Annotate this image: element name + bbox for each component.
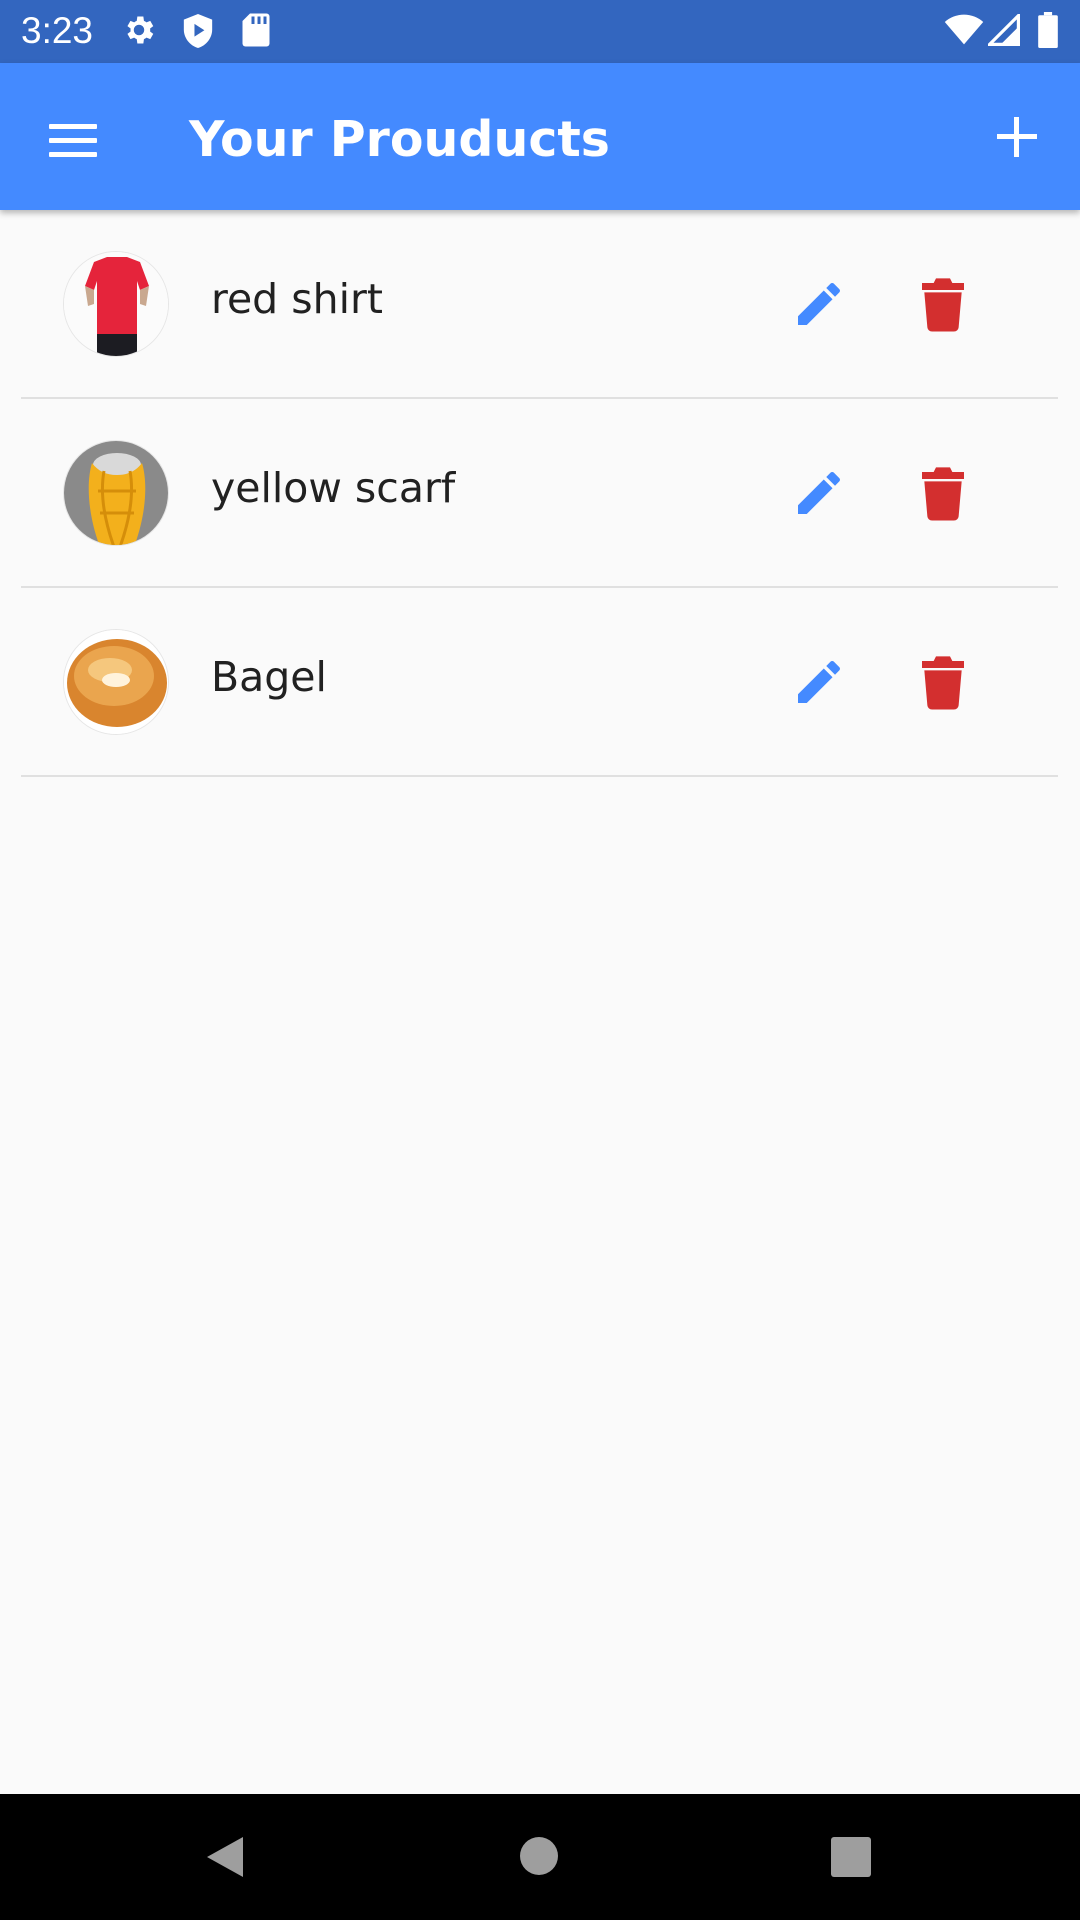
menu-button[interactable] [45,117,101,165]
sd-card-icon [242,13,270,47]
wifi-icon [944,14,984,45]
shield-icon [183,14,213,48]
status-bar: 3:23 [0,0,1080,63]
edit-pencil-icon [798,282,840,325]
status-time: 3:23 [21,10,94,51]
edit-button[interactable] [791,465,847,521]
product-title: Bagel [211,653,327,701]
red-shirt-photo [64,252,168,356]
edit-button[interactable] [791,654,847,710]
trash-icon [922,278,964,332]
delete-button[interactable] [919,276,967,332]
product-title: yellow scarf [211,464,456,512]
battery-icon [1038,12,1058,48]
product-image [63,251,169,357]
trash-icon [922,467,964,521]
edit-pencil-icon [798,471,840,514]
trash-icon [922,656,964,710]
product-image [63,440,169,546]
delete-button[interactable] [919,654,967,710]
edit-button[interactable] [791,276,847,332]
add-icon [997,117,1037,157]
signal-icon [988,14,1020,46]
product-list: red shirt yellow scarf Bagel [0,210,1080,777]
bagel-photo [64,630,168,734]
recents-icon[interactable] [831,1837,871,1877]
product-image [63,629,169,735]
list-item[interactable]: red shirt [21,210,1058,399]
yellow-scarf-photo [64,441,168,545]
list-item[interactable]: Bagel [21,588,1058,777]
page-title: Your Prouducts [189,111,610,168]
product-title: red shirt [211,275,383,323]
add-product-button[interactable] [992,112,1042,162]
home-icon[interactable] [520,1837,558,1875]
edit-pencil-icon [798,660,840,703]
list-item[interactable]: yellow scarf [21,399,1058,588]
back-icon[interactable] [205,1835,245,1879]
delete-button[interactable] [919,465,967,521]
settings-icon [127,16,154,44]
